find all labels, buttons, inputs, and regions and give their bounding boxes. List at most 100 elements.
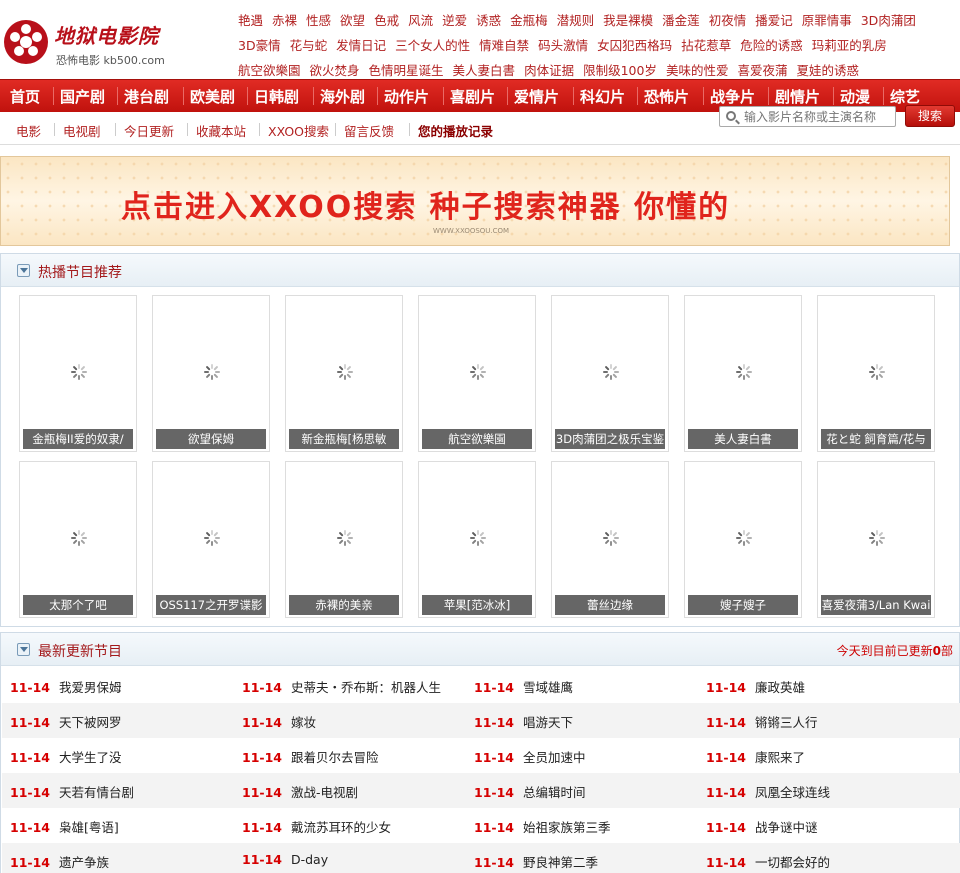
promo-banner[interactable]: 点击进入XXOO搜索 种子搜索神器 你懂的 WWW.XXOOSOU.COM [0,156,950,246]
poster-card[interactable]: 花と蛇 飼育篇/花与 [817,295,935,452]
subnav-item-2[interactable]: 今日更新 [124,121,174,140]
update-title[interactable]: 锵锵三人行 [755,715,818,730]
nav-item-8[interactable]: 爱情片 [514,86,559,107]
poster-card[interactable]: 喜爱夜蒲3/Lan Kwai [817,461,935,618]
poster-card[interactable]: OSS117之开罗谍影 [152,461,270,618]
update-title[interactable]: 枭雄[粤语] [59,820,119,835]
nav-item-13[interactable]: 动漫 [840,86,870,107]
update-item[interactable]: 11-14 一切都会好的 [706,852,830,871]
update-title[interactable]: 跟着贝尔去冒险 [291,750,379,765]
hot-tag-link[interactable]: 播爱记 [755,13,793,28]
nav-item-6[interactable]: 动作片 [384,86,429,107]
update-item[interactable]: 11-14 野良神第二季 [474,852,598,871]
hot-tag-link[interactable]: 肉体证据 [524,63,574,78]
hot-tag-link[interactable]: 限制级100岁 [583,63,657,78]
hot-tag-link[interactable]: 危险的诱惑 [740,38,803,53]
update-item[interactable]: 11-14 唱游天下 [474,712,573,731]
nav-item-4[interactable]: 日韩剧 [254,86,299,107]
poster-card[interactable]: 金瓶梅II爱的奴隶/ [19,295,137,452]
hot-tag-link[interactable]: 艳遇 [238,13,263,28]
hot-tag-link[interactable]: 3D豪情 [238,38,281,53]
update-item[interactable]: 11-14 遗产争族 [10,852,109,871]
update-title[interactable]: 天若有情台剧 [59,785,134,800]
update-item[interactable]: 11-14 康熙来了 [706,747,805,766]
poster-card[interactable]: 欲望保姆 [152,295,270,452]
hot-tag-link[interactable]: 色情明星诞生 [369,63,444,78]
update-item[interactable]: 11-14 天若有情台剧 [10,782,134,801]
update-title[interactable]: 大学生了没 [59,750,122,765]
hot-tag-link[interactable]: 初夜情 [709,13,747,28]
hot-tag-link[interactable]: 美人妻白書 [453,63,516,78]
hot-tag-link[interactable]: 拈花惹草 [681,38,731,53]
poster-card[interactable]: 美人妻白書 [684,295,802,452]
poster-card[interactable]: 赤裸的美亲 [285,461,403,618]
update-item[interactable]: 11-14 我爱男保姆 [10,677,122,696]
hot-tag-link[interactable]: 风流 [408,13,433,28]
nav-item-9[interactable]: 科幻片 [580,86,625,107]
update-item[interactable]: 11-14 雪域雄鹰 [474,677,573,696]
update-item[interactable]: 11-14 始祖家族第三季 [474,817,611,836]
site-logo[interactable]: 地狱电影院 恐怖电影 kb500.com [2,14,177,70]
subnav-item-0[interactable]: 电影 [16,121,41,140]
update-title[interactable]: 我爱男保姆 [59,680,122,695]
update-title[interactable]: 始祖家族第三季 [523,820,611,835]
hot-tag-link[interactable]: 发情日记 [336,38,386,53]
hot-tag-link[interactable]: 我是裸模 [603,13,653,28]
update-title[interactable]: D-day [291,852,328,867]
subnav-item-3[interactable]: 收藏本站 [196,121,246,140]
update-item[interactable]: 11-14 天下被网罗 [10,712,122,731]
nav-item-1[interactable]: 国产剧 [60,86,105,107]
subnav-item-5[interactable]: 留言反馈 [344,121,394,140]
update-title[interactable]: 全员加速中 [523,750,586,765]
nav-item-5[interactable]: 海外剧 [320,86,365,107]
update-title[interactable]: 战争谜中谜 [755,820,818,835]
update-title[interactable]: 史蒂夫・乔布斯：机器人生 [291,680,441,695]
poster-card[interactable]: 新金瓶梅[杨思敏 [285,295,403,452]
update-title[interactable]: 野良神第二季 [523,855,598,870]
poster-card[interactable]: 苹果[范冰冰] [418,461,536,618]
hot-tag-link[interactable]: 潜规则 [557,13,595,28]
update-item[interactable]: 11-14 戴流苏耳环的少女 [242,817,391,836]
update-item[interactable]: 11-14 锵锵三人行 [706,712,818,731]
update-title[interactable]: 凤凰全球连线 [755,785,830,800]
hot-tag-link[interactable]: 女囚犯西格玛 [597,38,672,53]
hot-tag-link[interactable]: 情难自禁 [479,38,529,53]
hot-tag-link[interactable]: 赤裸 [272,13,297,28]
update-title[interactable]: 天下被网罗 [59,715,122,730]
hot-tag-link[interactable]: 航空欲樂園 [238,63,301,78]
nav-item-3[interactable]: 欧美剧 [190,86,235,107]
subnav-item-6[interactable]: 您的播放记录 [418,121,493,140]
update-item[interactable]: 11-14 全员加速中 [474,747,586,766]
hot-tag-link[interactable]: 花与蛇 [290,38,328,53]
hot-tag-link[interactable]: 欲望 [340,13,365,28]
update-item[interactable]: 11-14 总编辑时间 [474,782,586,801]
update-title[interactable]: 总编辑时间 [523,785,586,800]
update-item[interactable]: 11-14 枭雄[粤语] [10,817,119,836]
update-item[interactable]: 11-14 大学生了没 [10,747,122,766]
hot-tag-link[interactable]: 欲火焚身 [310,63,360,78]
collapse-arrow-icon[interactable] [17,264,30,277]
hot-tag-link[interactable]: 金瓶梅 [510,13,548,28]
hot-tag-link[interactable]: 性感 [306,13,331,28]
poster-card[interactable]: 太那个了吧 [19,461,137,618]
update-item[interactable]: 11-14 战争谜中谜 [706,817,818,836]
nav-item-2[interactable]: 港台剧 [124,86,169,107]
hot-tag-link[interactable]: 逆爱 [442,13,467,28]
hot-tag-link[interactable]: 3D肉蒲团 [861,13,916,28]
update-item[interactable]: 11-14 跟着贝尔去冒险 [242,747,379,766]
update-item[interactable]: 11-14 嫁妆 [242,712,316,731]
hot-tag-link[interactable]: 码头激情 [538,38,588,53]
poster-card[interactable]: 3D肉蒲团之极乐宝鉴 [551,295,669,452]
hot-tag-link[interactable]: 三个女人的性 [395,38,470,53]
update-title[interactable]: 嫁妆 [291,715,316,730]
update-title[interactable]: 雪域雄鹰 [523,680,573,695]
update-title[interactable]: 廉政英雄 [755,680,805,695]
nav-item-0[interactable]: 首页 [10,86,40,107]
subnav-item-4[interactable]: XXOO搜索 [268,121,329,140]
update-item[interactable]: 11-14 激战-电视剧 [242,782,358,801]
hot-tag-link[interactable]: 潘金莲 [662,13,700,28]
nav-item-11[interactable]: 战争片 [710,86,755,107]
search-input[interactable] [744,107,894,126]
update-title[interactable]: 遗产争族 [59,855,109,870]
poster-card[interactable]: 嫂子嫂子 [684,461,802,618]
